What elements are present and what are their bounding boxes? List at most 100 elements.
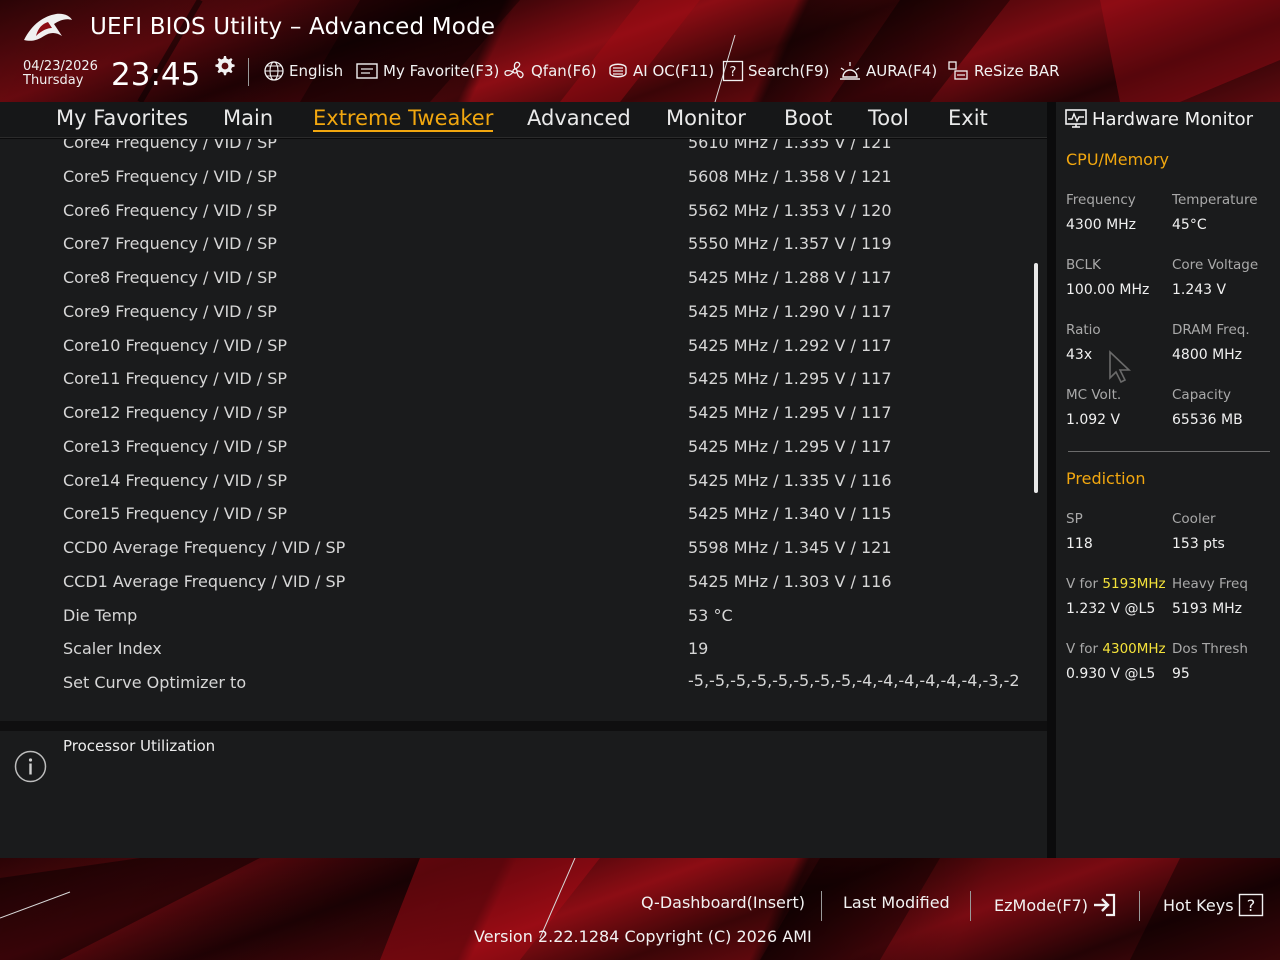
item-label: CCD0 Average Frequency / VID / SP <box>63 538 346 557</box>
core-voltage-label: Core Voltage <box>1172 257 1259 273</box>
dram-freq-label: DRAM Freq. <box>1172 322 1250 338</box>
hardware-monitor-panel: Hardware Monitor CPU/Memory Frequency Te… <box>1056 102 1280 858</box>
item-value: 5562 MHz / 1.353 V / 120 <box>688 201 892 220</box>
list-item[interactable]: Core4 Frequency / VID / SP 5610 MHz / 1.… <box>0 139 1030 163</box>
item-label: Core6 Frequency / VID / SP <box>63 201 277 220</box>
tab-my-favorites[interactable]: My Favorites <box>56 106 188 130</box>
list-item[interactable]: Set Curve Optimizer to -5,-5,-5,-5,-5,-5… <box>0 669 1030 719</box>
footer-divider <box>970 891 971 921</box>
ai-oc-label: AI OC(F11) <box>633 62 715 80</box>
item-label: Core9 Frequency / VID / SP <box>63 302 277 321</box>
help-question-icon: ? <box>1238 893 1263 917</box>
hot-keys-label: Hot Keys <box>1163 895 1234 915</box>
mouse-cursor-icon <box>1109 350 1132 384</box>
tab-extreme-tweaker[interactable]: Extreme Tweaker <box>313 106 494 132</box>
list-item[interactable]: Core11 Frequency / VID / SP 5425 MHz / 1… <box>0 365 1030 399</box>
capacity-label: Capacity <box>1172 387 1231 403</box>
item-value: -5,-5,-5,-5,-5,-5,-5,-5,-4,-4,-4,-4,-4,-… <box>688 671 1020 690</box>
tab-exit[interactable]: Exit <box>948 106 988 130</box>
ratio-label: Ratio <box>1066 322 1101 338</box>
my-favorite-label: My Favorite(F3) <box>383 62 500 80</box>
ezmode-label: EzMode(F7) <box>994 895 1088 915</box>
list-item[interactable]: Scaler Index 19 <box>0 635 1030 669</box>
fan-icon <box>504 61 524 79</box>
item-value: 5425 MHz / 1.340 V / 115 <box>688 504 892 523</box>
bclk-value: 100.00 MHz <box>1066 282 1150 298</box>
v-for-freq-1-label: V for 5193MHz <box>1066 576 1166 592</box>
aura-label: AURA(F4) <box>866 62 938 80</box>
cooler-label: Cooler <box>1172 511 1216 527</box>
resize-bar-button[interactable]: ReSize BAR <box>946 58 1060 84</box>
list-item[interactable]: Core6 Frequency / VID / SP 5562 MHz / 1.… <box>0 197 1030 231</box>
hardware-monitor-title: Hardware Monitor <box>1064 108 1253 130</box>
my-favorite-button[interactable]: My Favorite(F3) <box>355 58 499 84</box>
search-button[interactable]: ? Search(F9) <box>722 58 829 84</box>
last-modified-button[interactable]: Last Modified <box>843 893 950 912</box>
sp-label: SP <box>1066 511 1083 527</box>
ai-oc-icon <box>609 63 627 78</box>
clock-time[interactable]: 23:45 <box>111 57 200 93</box>
list-item[interactable]: CCD1 Average Frequency / VID / SP 5425 M… <box>0 568 1030 602</box>
item-label: Die Temp <box>63 606 138 625</box>
q-dashboard-button[interactable]: Q-Dashboard(Insert) <box>641 893 805 912</box>
item-label: Core11 Frequency / VID / SP <box>63 369 288 388</box>
favorite-icon <box>356 63 378 79</box>
hot-keys-button[interactable]: Hot Keys ? <box>1163 893 1264 917</box>
tab-main[interactable]: Main <box>223 106 273 130</box>
scrollbar-thumb[interactable] <box>1034 263 1038 493</box>
settings-list: Core4 Frequency / VID / SP 5610 MHz / 1.… <box>0 139 1047 721</box>
ezmode-button[interactable]: EzMode(F7) <box>994 893 1118 917</box>
item-value: 5608 MHz / 1.358 V / 121 <box>688 167 892 186</box>
globe-icon <box>264 61 284 81</box>
item-value: 5425 MHz / 1.303 V / 116 <box>688 572 892 591</box>
item-label: Core13 Frequency / VID / SP <box>63 437 288 456</box>
dos-thresh-label: Dos Thresh <box>1172 641 1248 657</box>
item-value: 5610 MHz / 1.335 V / 121 <box>688 139 892 152</box>
help-description: Processor Utilization <box>63 737 216 755</box>
search-icon: ? <box>722 60 744 82</box>
v-for-prefix: V for <box>1066 576 1103 592</box>
date-text: 04/23/2026 <box>23 59 98 74</box>
language-label: English <box>289 62 344 80</box>
mc-volt-label: MC Volt. <box>1066 387 1122 403</box>
item-label: Set Curve Optimizer to <box>63 673 247 692</box>
hardware-monitor-label: Hardware Monitor <box>1092 108 1254 130</box>
svg-text:?: ? <box>1246 896 1255 915</box>
item-value: 19 <box>688 639 709 658</box>
item-value: 5598 MHz / 1.345 V / 121 <box>688 538 892 557</box>
item-label: Core12 Frequency / VID / SP <box>63 403 288 422</box>
tab-tool[interactable]: Tool <box>868 106 909 130</box>
v-for-prefix: V for <box>1066 641 1103 657</box>
list-item[interactable]: Core5 Frequency / VID / SP 5608 MHz / 1.… <box>0 163 1030 197</box>
item-label: Core14 Frequency / VID / SP <box>63 471 288 490</box>
section-divider <box>1068 451 1270 452</box>
search-label: Search(F9) <box>748 62 830 80</box>
list-item[interactable]: Die Temp 53 °C <box>0 602 1030 636</box>
list-item[interactable]: Core12 Frequency / VID / SP 5425 MHz / 1… <box>0 399 1030 433</box>
tab-advanced[interactable]: Advanced <box>527 106 631 130</box>
list-item[interactable]: Core14 Frequency / VID / SP 5425 MHz / 1… <box>0 467 1030 501</box>
list-item[interactable]: Core10 Frequency / VID / SP 5425 MHz / 1… <box>0 332 1030 366</box>
item-label: Core10 Frequency / VID / SP <box>63 336 288 355</box>
item-value: 5425 MHz / 1.292 V / 117 <box>688 336 892 355</box>
list-item[interactable]: Core8 Frequency / VID / SP 5425 MHz / 1.… <box>0 264 1030 298</box>
v-for-freq-2-label: V for 4300MHz <box>1066 641 1166 657</box>
list-item[interactable]: Core9 Frequency / VID / SP 5425 MHz / 1.… <box>0 298 1030 332</box>
list-item[interactable]: Core7 Frequency / VID / SP 5550 MHz / 1.… <box>0 230 1030 264</box>
language-button[interactable]: English <box>263 58 343 84</box>
list-item[interactable]: CCD0 Average Frequency / VID / SP 5598 M… <box>0 534 1030 568</box>
gear-icon[interactable] <box>212 54 236 78</box>
capacity-value: 65536 MB <box>1172 412 1243 428</box>
tab-monitor[interactable]: Monitor <box>666 106 746 130</box>
item-value: 5425 MHz / 1.288 V / 117 <box>688 268 892 287</box>
item-value: 5425 MHz / 1.335 V / 116 <box>688 471 892 490</box>
tab-boot[interactable]: Boot <box>784 106 832 130</box>
list-item[interactable]: Core13 Frequency / VID / SP 5425 MHz / 1… <box>0 433 1030 467</box>
list-item[interactable]: Core15 Frequency / VID / SP 5425 MHz / 1… <box>0 500 1030 534</box>
ai-oc-button[interactable]: AI OC(F11) <box>607 58 714 84</box>
aura-button[interactable]: AURA(F4) <box>838 58 937 84</box>
qfan-button[interactable]: Qfan(F6) <box>503 58 597 84</box>
item-label: Core4 Frequency / VID / SP <box>63 139 277 152</box>
app-title: UEFI BIOS Utility – Advanced Mode <box>90 14 496 40</box>
item-value: 5550 MHz / 1.357 V / 119 <box>688 234 892 253</box>
